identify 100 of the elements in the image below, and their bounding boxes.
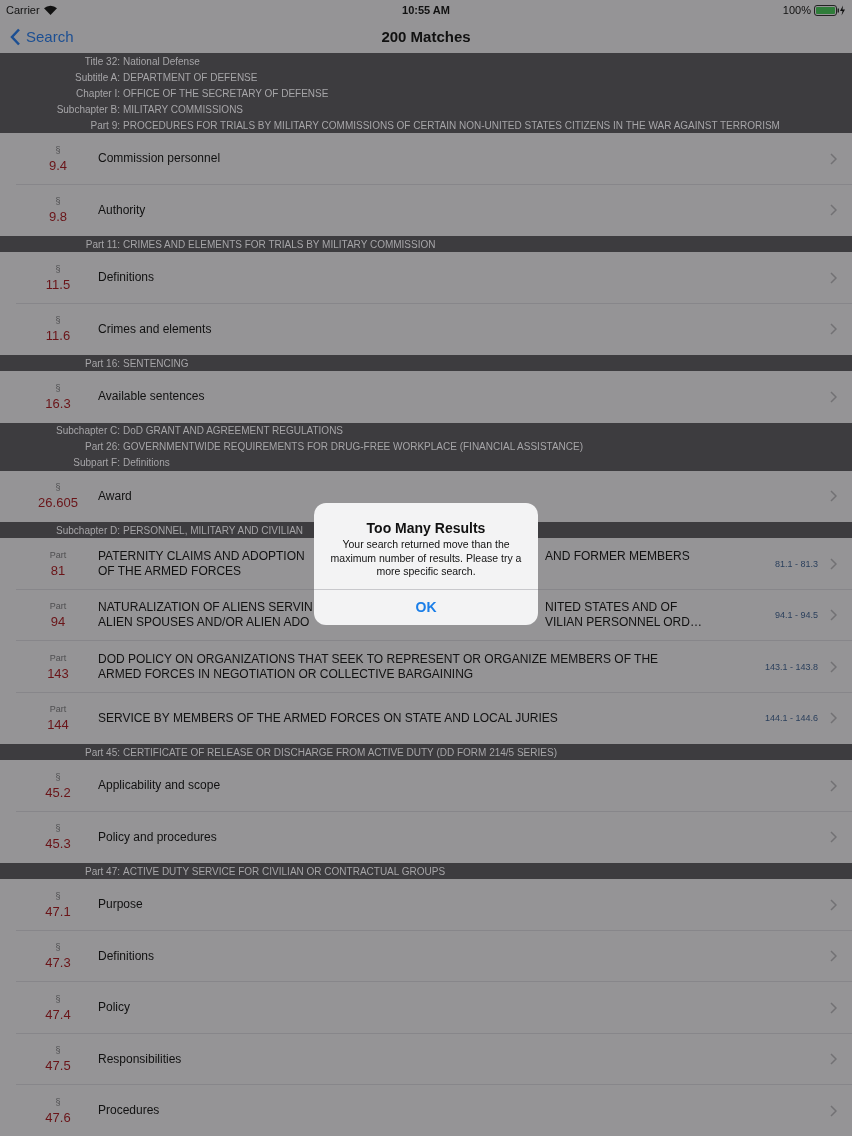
chevron-icon (830, 1053, 837, 1066)
carrier-label: Carrier (6, 4, 40, 16)
alert-message: Your search returned move than the maximum number of results. Please try a more specific search. (329, 537, 523, 579)
header-value: DEPARTMENT OF DEFENSE (123, 71, 258, 83)
result-row[interactable]: § 26.605 Award (0, 470, 852, 522)
section-number: 94 (50, 614, 66, 630)
nav-title: 200 Matches (381, 28, 471, 45)
header-value: GOVERNMENTWIDE REQUIREMENTS FOR DRUG-FREE WORKPLACE (FINANCIAL ASSISTANCE) (123, 441, 584, 452)
status-time: 10:55 AM (402, 4, 450, 16)
header-label: Part 11: (85, 238, 120, 250)
chevron-icon (830, 557, 837, 570)
section-prefix: § (55, 196, 61, 207)
result-row[interactable]: § 47.6 Procedures (0, 1085, 852, 1136)
header-value: CERTIFICATE OF RELEASE OR DISCHARGE FROM ACTIVE DUTY (DD FORM 214/5 SERIES) (123, 746, 557, 758)
result-row[interactable]: § 47.4 Policy (0, 982, 852, 1034)
section-prefix: § (55, 1045, 61, 1056)
section-number: 45.3 (45, 836, 71, 852)
row-title: DOD POLICY ON ORGANIZATIONS THAT SEEK TO REPRESENT OR ORGANIZE MEMBERS OF THE ARMED FORCES IN NEGOTIATION OR COLLECTIVE BARGAINING (98, 651, 660, 682)
chevron-icon (830, 490, 837, 503)
row-title: Commission personnel (98, 151, 221, 167)
section-number: 47.1 (45, 903, 71, 919)
section-number: 45.2 (45, 784, 71, 800)
section-prefix: § (55, 382, 61, 393)
header-value: MILITARY COMMISSIONS (123, 103, 244, 115)
row-title: Definitions (98, 948, 155, 964)
section-prefix: § (55, 315, 61, 326)
section-number: 144 (47, 717, 69, 733)
row-title: Crimes and elements (98, 321, 212, 337)
ok-button[interactable]: OK (314, 588, 538, 625)
section-number: 47.6 (45, 1109, 71, 1125)
chevron-icon (830, 1104, 837, 1117)
result-row[interactable]: § 9.4 Commission personnel (0, 133, 852, 185)
section-number: 143 (47, 665, 69, 681)
row-title-fragment: NITED STATES AND OF (545, 600, 678, 616)
result-row[interactable]: § 11.6 Crimes and elements (0, 303, 852, 355)
row-title-fragment: VILIAN PERSONNEL ORD… (545, 615, 702, 631)
result-row[interactable]: § 16.3 Available sentences (0, 371, 852, 423)
chevron-icon (830, 323, 837, 336)
section-prefix: § (55, 942, 61, 953)
header-label: Subpart F: (73, 457, 120, 468)
section-range: 94.1 - 94.5 (774, 610, 818, 621)
section-number: 81 (50, 562, 66, 578)
section-number: 11.6 (45, 328, 71, 344)
header-value: Definitions (123, 457, 170, 468)
row-title-fragment: AND FORMER MEMBERS (545, 548, 690, 564)
row-title-fragment: ALIEN SPOUSES AND/OR ALIEN ADO (98, 615, 310, 631)
row-title: Applicability and scope (98, 778, 221, 794)
chevron-icon (830, 390, 837, 403)
header-value: PERSONNEL, MILITARY AND CIVILIAN (123, 524, 304, 536)
result-row[interactable]: § 45.2 Applicability and scope (0, 760, 852, 812)
header-value: PROCEDURES FOR TRIALS BY MILITARY COMMISSIONS OF CERTAIN NON-UNITED STATES CITIZENS IN THE WAR AGAINST TERRORISM (123, 119, 780, 131)
result-row[interactable]: § 9.8 Authority (0, 184, 852, 236)
wifi-icon (43, 5, 57, 15)
header-value: DoD GRANT AND AGREEMENT REGULATIONS (123, 425, 344, 436)
chevron-icon (830, 660, 837, 673)
row-title: Award (98, 488, 132, 504)
result-row[interactable]: § 11.5 Definitions (0, 252, 852, 304)
section-prefix: § (55, 993, 61, 1004)
result-row[interactable]: Part 144 SERVICE BY MEMBERS OF THE ARMED FORCES ON STATE AND LOCAL JURIES 144.1 - 144.6 (0, 692, 852, 744)
header-label: Chapter I: (76, 87, 120, 99)
header-label: Part 9: (90, 119, 120, 131)
header-label: Subtitle A: (74, 71, 120, 83)
section-number: 9.4 (48, 157, 68, 173)
header-label: Title 32: (84, 55, 120, 67)
result-row[interactable]: § 47.1 Purpose (0, 879, 852, 931)
result-row[interactable]: § 45.3 Policy and procedures (0, 811, 852, 863)
header-label: Subchapter C: (56, 425, 120, 436)
header-value: CRIMES AND ELEMENTS FOR TRIALS BY MILITARY COMMISSION (123, 238, 436, 250)
header-label: Subchapter D: (56, 524, 120, 536)
section-prefix: § (55, 890, 61, 901)
battery-percent: 100% (782, 4, 811, 16)
chevron-icon (830, 831, 837, 844)
section-prefix: § (55, 263, 61, 274)
chevron-icon (830, 152, 837, 165)
row-title: Policy and procedures (98, 829, 217, 845)
chevron-icon (830, 609, 837, 622)
result-row[interactable]: § 47.5 Responsibilities (0, 1033, 852, 1085)
row-title: Authority (98, 202, 146, 218)
section-range: 143.1 - 143.8 (764, 661, 818, 672)
alert-title: Too Many Results (366, 520, 486, 536)
row-title: Procedures (98, 1103, 160, 1119)
header-label: Part 45: (84, 746, 120, 758)
result-row[interactable]: Part 143 DOD POLICY ON ORGANIZATIONS THAT SEEK TO REPRESENT OR ORGANIZE MEMBERS OF THE ARMED FORCES IN NEGOTIATION OR COLLECTIVE BARGAINING 143.1 - 143.8 (0, 641, 852, 693)
header-value: National Defense (123, 55, 200, 67)
section-prefix: § (55, 823, 61, 834)
section-prefix: § (55, 1096, 61, 1107)
section-number: 26.605 (38, 495, 78, 511)
section-prefix: § (55, 482, 61, 493)
row-title-fragment: NATURALIZATION OF ALIENS SERVIN (98, 600, 313, 616)
row-title: Purpose (98, 897, 143, 913)
result-row[interactable]: § 47.3 Definitions (0, 930, 852, 982)
section-number: 9.8 (48, 209, 68, 225)
section-number: 16.3 (45, 395, 71, 411)
section-prefix: Part (49, 549, 67, 560)
header-value: ACTIVE DUTY SERVICE FOR CIVILIAN OR CONTRACTUAL GROUPS (123, 865, 446, 877)
chevron-icon (830, 271, 837, 284)
section-number: 47.4 (45, 1006, 71, 1022)
chevron-icon (830, 898, 837, 911)
row-title: Definitions (98, 270, 155, 286)
header-value: SENTENCING (123, 357, 189, 369)
